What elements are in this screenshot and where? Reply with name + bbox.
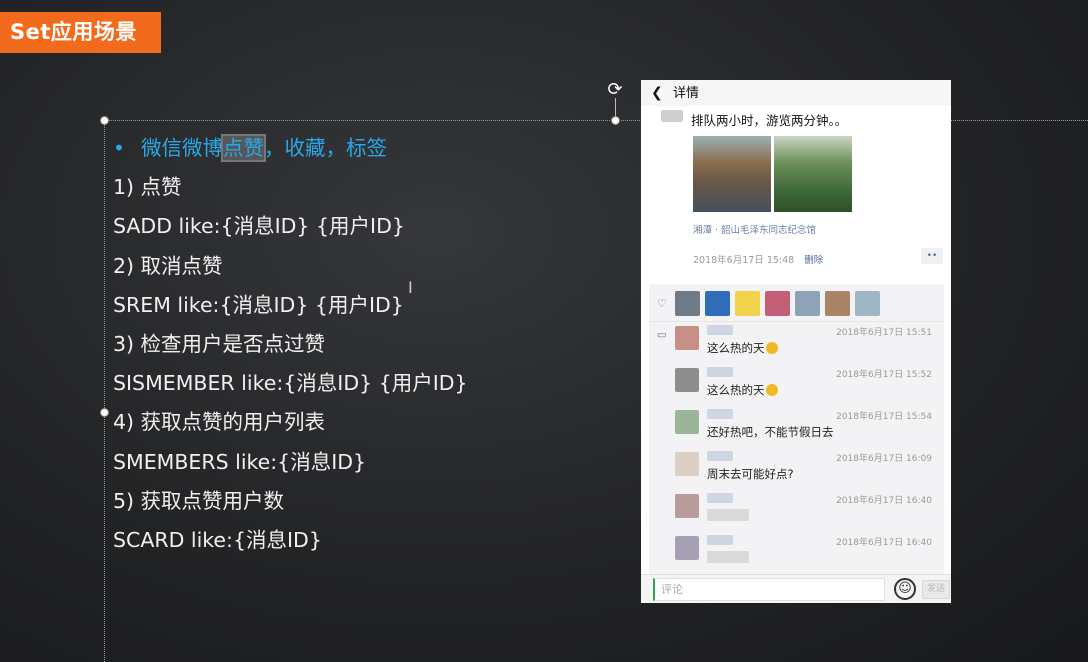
comment-input-bar: 评论 ☺ 发送	[641, 574, 951, 603]
like-avatar[interactable]	[735, 291, 760, 316]
step-4-heading: 4) 获取点赞的用户列表	[113, 410, 326, 435]
slide-title: Set应用场景	[0, 12, 161, 53]
step-2-heading: 2) 取消点赞	[113, 253, 223, 278]
step-1-heading: 1) 点赞	[113, 175, 182, 200]
post-time-row: 2018年6月17日 15:48 删除	[693, 252, 823, 266]
step-1-command: SADD like:{消息ID} {用户ID}	[113, 214, 405, 239]
resize-handle-top-center[interactable]	[611, 116, 620, 125]
like-avatar[interactable]	[705, 291, 730, 316]
comment-author-name[interactable]	[707, 367, 733, 377]
comment-text-blurred	[707, 551, 749, 563]
comment-input[interactable]: 评论	[653, 578, 885, 601]
comment-item[interactable]: 2018年6月17日 16:40	[675, 534, 940, 574]
chevron-left-icon[interactable]: ❮	[651, 80, 673, 106]
slide-content[interactable]: • 微信微博点赞，收藏，标签 1) 点赞 SADD like:{消息ID} {用户…	[113, 132, 613, 563]
heart-icon: ♡	[657, 297, 667, 310]
comment-avatar[interactable]	[675, 536, 699, 560]
more-button[interactable]: ••	[921, 248, 943, 264]
comment-item[interactable]: 2018年6月17日 15:51 这么热的天	[675, 324, 940, 364]
comment-item[interactable]: 2018年6月17日 16:09 周末去可能好点?	[675, 450, 940, 490]
delete-link[interactable]: 删除	[804, 255, 823, 266]
comment-author-name[interactable]	[707, 409, 733, 419]
comment-avatar[interactable]	[675, 368, 699, 392]
post-photo-2[interactable]	[774, 136, 852, 212]
step-2-command: SREM like:{消息ID} {用户ID}	[113, 292, 404, 317]
comment-text-line: 这么热的天	[707, 382, 778, 398]
like-avatar[interactable]	[675, 291, 700, 316]
comment-time: 2018年6月17日 16:09	[836, 454, 932, 464]
nav-title: 详情	[673, 86, 700, 101]
comment-text-blurred	[707, 509, 749, 521]
smile-icon[interactable]: ☺	[894, 578, 916, 600]
highlighted-text: 点赞	[221, 134, 266, 162]
phone-screenshot: ❮ 详情 排队两小时，游览两分钟。。 湘潭 · 韶山毛泽东同志纪念馆 2018年6…	[641, 80, 951, 603]
post-text: 排队两小时，游览两分钟。。	[691, 113, 848, 128]
comment-item[interactable]: 2018年6月17日 15:52 这么热的天	[675, 366, 940, 406]
like-avatar[interactable]	[765, 291, 790, 316]
comment-item[interactable]: 2018年6月17日 16:40	[675, 492, 940, 532]
comment-author-name[interactable]	[707, 493, 733, 503]
bullet-text-post: ，收藏，标签	[264, 136, 387, 160]
comment-item[interactable]: 2018年6月17日 15:54 还好热吧，不能节假日去	[675, 408, 940, 448]
comment-text: 周末去可能好点?	[707, 467, 794, 481]
emoji-icon	[765, 384, 778, 396]
comment-text-line: 周末去可能好点?	[707, 466, 794, 482]
resize-handle-middle-left[interactable]	[100, 408, 109, 417]
likes-comments-area: ♡ ▭ 2018年6月17日 15:51 这么热的天 2018年6月17日 15:5…	[649, 284, 944, 574]
step-3-command: SISMEMBER like:{消息ID} {用户ID}	[113, 371, 468, 396]
comment-icon: ▭	[657, 330, 667, 341]
comment-author-name[interactable]	[707, 325, 733, 335]
comment-text: 这么热的天	[707, 341, 765, 355]
bullet-line: • 微信微博点赞，收藏，标签	[113, 132, 613, 171]
step-5-heading: 5) 获取点赞用户数	[113, 488, 285, 513]
post-avatar[interactable]	[661, 110, 683, 122]
rotate-icon[interactable]: ⟳	[605, 80, 625, 100]
comment-time: 2018年6月17日 16:40	[836, 496, 932, 506]
bullet-text-pre: 微信微博	[141, 136, 223, 160]
bullet-icon: •	[113, 136, 125, 160]
comment-author-name[interactable]	[707, 535, 733, 545]
step-4-command: SMEMBERS like:{消息ID}	[113, 449, 367, 474]
comment-text-line: 还好热吧，不能节假日去	[707, 424, 834, 440]
comment-time: 2018年6月17日 15:52	[836, 370, 932, 380]
like-avatar[interactable]	[825, 291, 850, 316]
like-avatar[interactable]	[795, 291, 820, 316]
post-location[interactable]: 湘潭 · 韶山毛泽东同志纪念馆	[693, 222, 816, 236]
like-avatar[interactable]	[855, 291, 880, 316]
post-photo-1[interactable]	[693, 136, 771, 212]
comment-author-name[interactable]	[707, 451, 733, 461]
step-3-heading: 3) 检查用户是否点过赞	[113, 331, 326, 356]
comment-text: 还好热吧，不能节假日去	[707, 425, 834, 439]
phone-nav-bar: ❮ 详情	[641, 80, 951, 106]
comment-time: 2018年6月17日 15:54	[836, 412, 932, 422]
comment-time: 2018年6月17日 16:40	[836, 538, 932, 548]
resize-handle-top-left[interactable]	[100, 116, 109, 125]
comment-avatar[interactable]	[675, 326, 699, 350]
comment-avatar[interactable]	[675, 410, 699, 434]
step-5-command: SCARD like:{消息ID}	[113, 527, 322, 552]
post-time: 2018年6月17日 15:48	[693, 255, 795, 266]
comment-avatar[interactable]	[675, 494, 699, 518]
comment-text: 这么热的天	[707, 383, 765, 397]
emoji-icon	[765, 342, 778, 354]
send-button[interactable]: 发送	[922, 580, 950, 599]
like-row: ♡	[649, 288, 944, 322]
comment-text-line: 这么热的天	[707, 340, 778, 356]
selection-border-left	[104, 120, 105, 662]
comment-time: 2018年6月17日 15:51	[836, 328, 932, 338]
comment-avatar[interactable]	[675, 452, 699, 476]
